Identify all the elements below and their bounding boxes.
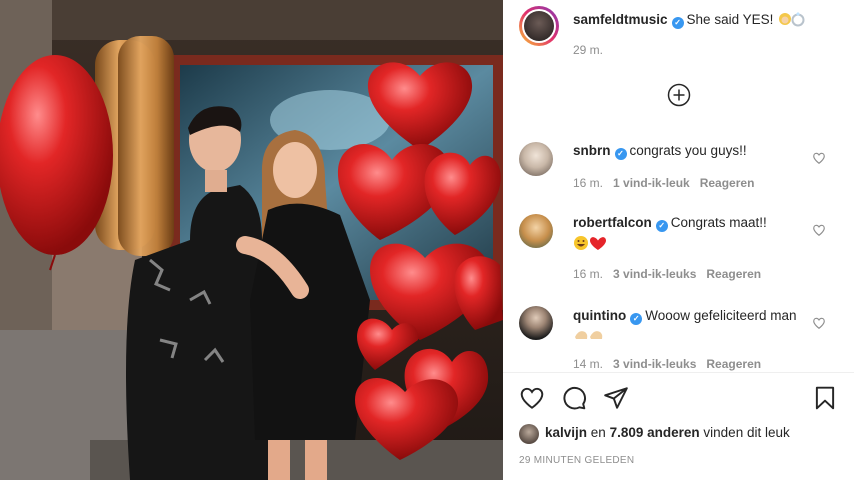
comment-body: snbrn ✓ congrats you guys!! xyxy=(573,142,805,160)
first-liker-username[interactable]: kalvijn xyxy=(545,425,587,440)
heart-outline-icon[interactable] xyxy=(812,316,826,330)
verified-badge-icon: ✓ xyxy=(671,17,684,29)
liker-avatar[interactable] xyxy=(519,424,539,444)
reply-button[interactable]: Reageren xyxy=(700,176,755,190)
reply-button[interactable]: Reageren xyxy=(706,357,761,371)
comment-time: 16 m. xyxy=(573,267,604,281)
comment-text: congrats you guys!! xyxy=(629,143,747,158)
caption-text: She said YES! xyxy=(686,12,774,27)
comment-text: Wooow gefeliciteerd man xyxy=(645,308,797,323)
comment-time: 14 m. xyxy=(573,357,604,371)
bookmark-icon[interactable] xyxy=(812,385,838,411)
caption-line: samfeldtmusic ✓ She said YES! xyxy=(573,11,806,29)
comment-likes[interactable]: 1 vind-ik-leuk xyxy=(613,176,690,190)
bride-ring-emoji xyxy=(778,12,805,27)
verified-badge-icon: ✓ xyxy=(655,220,668,232)
heart-outline-icon[interactable] xyxy=(812,151,826,165)
post-photo[interactable] xyxy=(0,0,503,480)
flexed-biceps-emoji xyxy=(575,331,603,339)
comment-username[interactable]: snbrn xyxy=(573,143,611,158)
commenter-avatar[interactable] xyxy=(519,306,553,340)
comment-likes[interactable]: 3 vind-ik-leuks xyxy=(613,267,696,281)
caption-time: 29 m. xyxy=(573,43,604,57)
comment-likes[interactable]: 3 vind-ik-leuks xyxy=(613,357,696,371)
author-username[interactable]: samfeldtmusic xyxy=(573,12,668,27)
emoji-grin-heart xyxy=(574,236,606,250)
commenter-avatar[interactable] xyxy=(519,214,553,248)
comment-username[interactable]: robertfalcon xyxy=(573,215,652,230)
post-actions-bar xyxy=(519,385,838,413)
commenter-avatar[interactable] xyxy=(519,142,553,176)
comment-meta: 16 m. 1 vind-ik-leuk Reageren xyxy=(573,176,754,190)
actions-divider xyxy=(503,372,854,373)
comment-meta: 16 m. 3 vind-ik-leuks Reageren xyxy=(573,267,761,281)
comment-body: quintino ✓ Wooow gefeliciteerd man xyxy=(573,306,805,344)
comment-time: 16 m. xyxy=(573,176,604,190)
verified-badge-icon: ✓ xyxy=(614,148,627,160)
likes-text: kalvijn en 7.809 anderen vinden dit leuk xyxy=(545,425,790,440)
couple-with-balloons-image xyxy=(0,0,503,480)
comment-body: robertfalcon ✓ Congrats maat!! xyxy=(573,214,805,256)
likes-count[interactable]: 7.809 anderen xyxy=(610,425,700,440)
plus-circle-icon[interactable] xyxy=(667,83,691,107)
heart-outline-icon[interactable] xyxy=(812,223,826,237)
post-timestamp[interactable]: 29 MINUTEN GELEDEN xyxy=(519,455,634,466)
comment-text: Congrats maat!! xyxy=(670,215,767,230)
author-avatar[interactable] xyxy=(519,6,559,46)
comment-username[interactable]: quintino xyxy=(573,308,626,323)
likes-connector: en xyxy=(590,425,606,440)
reply-button[interactable]: Reageren xyxy=(706,267,761,281)
comment-meta: 14 m. 3 vind-ik-leuks Reageren xyxy=(573,357,761,371)
post-detail-panel: samfeldtmusic ✓ She said YES! 29 m. snbrn ✓… xyxy=(503,0,854,480)
share-icon[interactable] xyxy=(603,385,629,411)
comment-icon[interactable] xyxy=(561,385,587,411)
post-caption: samfeldtmusic ✓ She said YES! 29 m. xyxy=(519,6,844,57)
verified-badge-icon: ✓ xyxy=(630,313,643,325)
likes-suffix: vinden dit leuk xyxy=(703,425,790,440)
heart-icon[interactable] xyxy=(519,385,545,411)
